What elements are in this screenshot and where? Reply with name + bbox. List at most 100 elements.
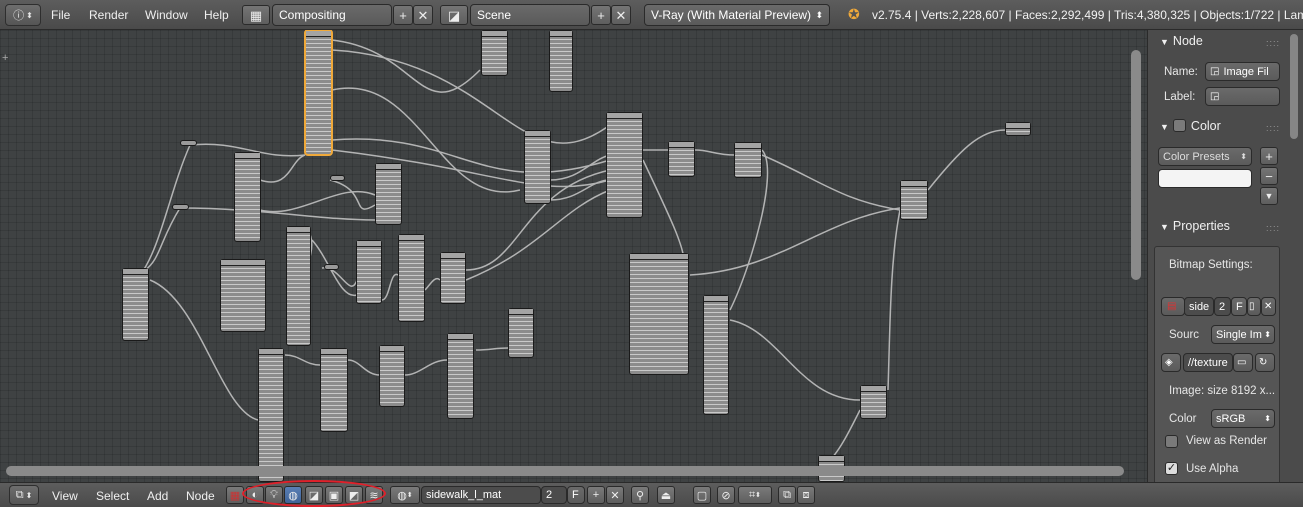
view-as-render-checkbox[interactable] bbox=[1165, 435, 1178, 448]
color-presets-dropdown[interactable]: Color Presets ⬍ bbox=[1158, 147, 1252, 166]
node[interactable] bbox=[860, 385, 887, 419]
material-users-count[interactable]: 2 bbox=[541, 486, 567, 504]
color-swatch[interactable] bbox=[1158, 169, 1252, 188]
pack-button[interactable]: ◈ bbox=[1161, 353, 1181, 372]
image-browse-button[interactable]: ▤ bbox=[1161, 297, 1185, 316]
remove-screen-button[interactable]: ✕ bbox=[413, 5, 433, 25]
editor-type-selector[interactable]: ⓘ ⬍ bbox=[5, 4, 41, 26]
node[interactable] bbox=[703, 295, 729, 415]
material-fake-user-toggle[interactable]: F bbox=[567, 486, 585, 504]
drag-grip-icon[interactable]: :::: bbox=[1266, 123, 1280, 133]
node[interactable] bbox=[234, 152, 261, 242]
node-section-header[interactable]: ▼ Node bbox=[1160, 34, 1203, 48]
node-reroute[interactable] bbox=[180, 140, 197, 146]
backdrop-toggle-button[interactable]: ▢ bbox=[693, 486, 711, 504]
add-scene-button[interactable]: + bbox=[591, 5, 611, 25]
drag-grip-icon[interactable]: :::: bbox=[1266, 223, 1280, 233]
node[interactable] bbox=[734, 142, 762, 178]
use-alpha-checkbox[interactable]: ✓ bbox=[1165, 462, 1178, 475]
menu-help[interactable]: Help bbox=[204, 8, 229, 22]
menu-select[interactable]: Select bbox=[96, 489, 129, 503]
source-dropdown[interactable]: Single Im ⬍ bbox=[1211, 325, 1275, 344]
tree-type-render-button[interactable]: ▣ bbox=[325, 486, 343, 504]
tree-type-settings-button[interactable]: ≋ bbox=[365, 486, 383, 504]
node[interactable] bbox=[356, 240, 382, 304]
unlink-image-button[interactable]: ✕ bbox=[1261, 297, 1276, 316]
color-section-header[interactable]: ▼ Color bbox=[1160, 119, 1221, 133]
reload-button[interactable]: ↻ bbox=[1255, 353, 1275, 372]
parent-tree-button[interactable]: ⏏ bbox=[657, 486, 675, 504]
browse-file-button[interactable]: ▭ bbox=[1233, 353, 1253, 372]
node-output[interactable] bbox=[1005, 122, 1031, 136]
node[interactable] bbox=[508, 308, 534, 358]
add-screen-button[interactable]: + bbox=[393, 5, 413, 25]
node[interactable] bbox=[447, 333, 474, 419]
tree-type-scene-button[interactable]: ◪ bbox=[305, 486, 323, 504]
remove-preset-button[interactable]: − bbox=[1260, 167, 1278, 185]
properties-section-header[interactable]: ▼ Properties bbox=[1160, 219, 1230, 233]
node[interactable] bbox=[286, 226, 311, 346]
screen-layout-selector[interactable]: ▦ bbox=[242, 5, 270, 25]
menu-add[interactable]: Add bbox=[147, 489, 168, 503]
add-material-button[interactable]: + bbox=[587, 486, 605, 504]
node[interactable] bbox=[606, 112, 643, 218]
menu-view[interactable]: View bbox=[52, 489, 78, 503]
image-name-field[interactable]: side bbox=[1184, 297, 1214, 316]
tree-type-object-button[interactable]: ◐ bbox=[246, 486, 264, 504]
node[interactable] bbox=[379, 345, 405, 407]
node-reroute[interactable] bbox=[330, 175, 345, 181]
new-image-button[interactable]: ▯ bbox=[1247, 297, 1261, 316]
preset-menu-button[interactable]: ▼ bbox=[1260, 187, 1278, 205]
node-image-file-selected[interactable] bbox=[305, 30, 332, 155]
pin-button[interactable]: ⚲ bbox=[631, 486, 649, 504]
copy-nodes-button[interactable]: ⧉ bbox=[778, 486, 796, 504]
node[interactable] bbox=[398, 234, 425, 322]
fake-user-toggle[interactable]: F bbox=[1231, 297, 1247, 316]
render-engine-dropdown[interactable]: V-Ray (With Material Preview) ⬍ bbox=[644, 4, 830, 26]
node-reroute[interactable] bbox=[324, 264, 339, 270]
menu-window[interactable]: Window bbox=[145, 8, 188, 22]
scene-field[interactable]: Scene bbox=[470, 4, 590, 26]
scene-selector[interactable]: ◪ bbox=[440, 5, 468, 25]
tree-type-lamp-button[interactable]: 💡︎ bbox=[265, 486, 283, 504]
material-name-field[interactable]: sidewalk_l_mat bbox=[421, 486, 541, 504]
vertical-scrollbar[interactable] bbox=[1131, 50, 1141, 280]
material-browse-button[interactable]: ◍ ⬍ bbox=[390, 486, 420, 504]
image-users-count[interactable]: 2 bbox=[1214, 297, 1231, 316]
color-enable-checkbox[interactable] bbox=[1172, 119, 1186, 132]
tree-type-world-button[interactable]: ◍ bbox=[284, 486, 302, 504]
drag-grip-icon[interactable]: :::: bbox=[1266, 38, 1280, 48]
remove-scene-button[interactable]: ✕ bbox=[611, 5, 631, 25]
node[interactable] bbox=[122, 268, 149, 341]
node-reroute[interactable] bbox=[172, 204, 189, 210]
color-space-dropdown[interactable]: sRGB ⬍ bbox=[1211, 409, 1275, 428]
screen-layout-field[interactable]: Compositing bbox=[272, 4, 392, 26]
panel-scrollbar[interactable] bbox=[1290, 34, 1298, 139]
editor-type-selector[interactable]: ⧉ ⬍ bbox=[9, 485, 39, 505]
tree-type-texture-button[interactable]: ◩ bbox=[345, 486, 363, 504]
add-preset-button[interactable]: + bbox=[1260, 147, 1278, 165]
snap-element-dropdown[interactable]: ⌗ ⬍ bbox=[738, 486, 772, 504]
node[interactable] bbox=[320, 348, 348, 432]
node[interactable] bbox=[668, 141, 695, 177]
snap-toggle-button[interactable]: ⊘ bbox=[717, 486, 735, 504]
node[interactable] bbox=[258, 348, 284, 482]
node[interactable] bbox=[375, 163, 402, 225]
node-name-field[interactable]: ◲ Image Fil bbox=[1205, 62, 1280, 81]
node[interactable] bbox=[549, 30, 573, 92]
node[interactable] bbox=[440, 252, 466, 304]
menu-node[interactable]: Node bbox=[186, 489, 215, 503]
node[interactable] bbox=[900, 180, 928, 220]
horizontal-scrollbar[interactable] bbox=[6, 466, 1124, 476]
unlink-material-button[interactable]: ✕ bbox=[606, 486, 624, 504]
node[interactable] bbox=[524, 130, 551, 204]
menu-file[interactable]: File bbox=[51, 8, 70, 22]
node[interactable] bbox=[481, 30, 508, 76]
node-editor-canvas[interactable]: + bbox=[0, 30, 1147, 482]
filepath-field[interactable]: //texture bbox=[1183, 353, 1233, 372]
node-label-field[interactable]: ◲ bbox=[1205, 87, 1280, 106]
node-image-texture[interactable] bbox=[629, 253, 689, 375]
menu-render[interactable]: Render bbox=[89, 8, 128, 22]
node[interactable] bbox=[220, 259, 266, 332]
checker-toggle-button[interactable]: ▦ bbox=[226, 486, 244, 504]
